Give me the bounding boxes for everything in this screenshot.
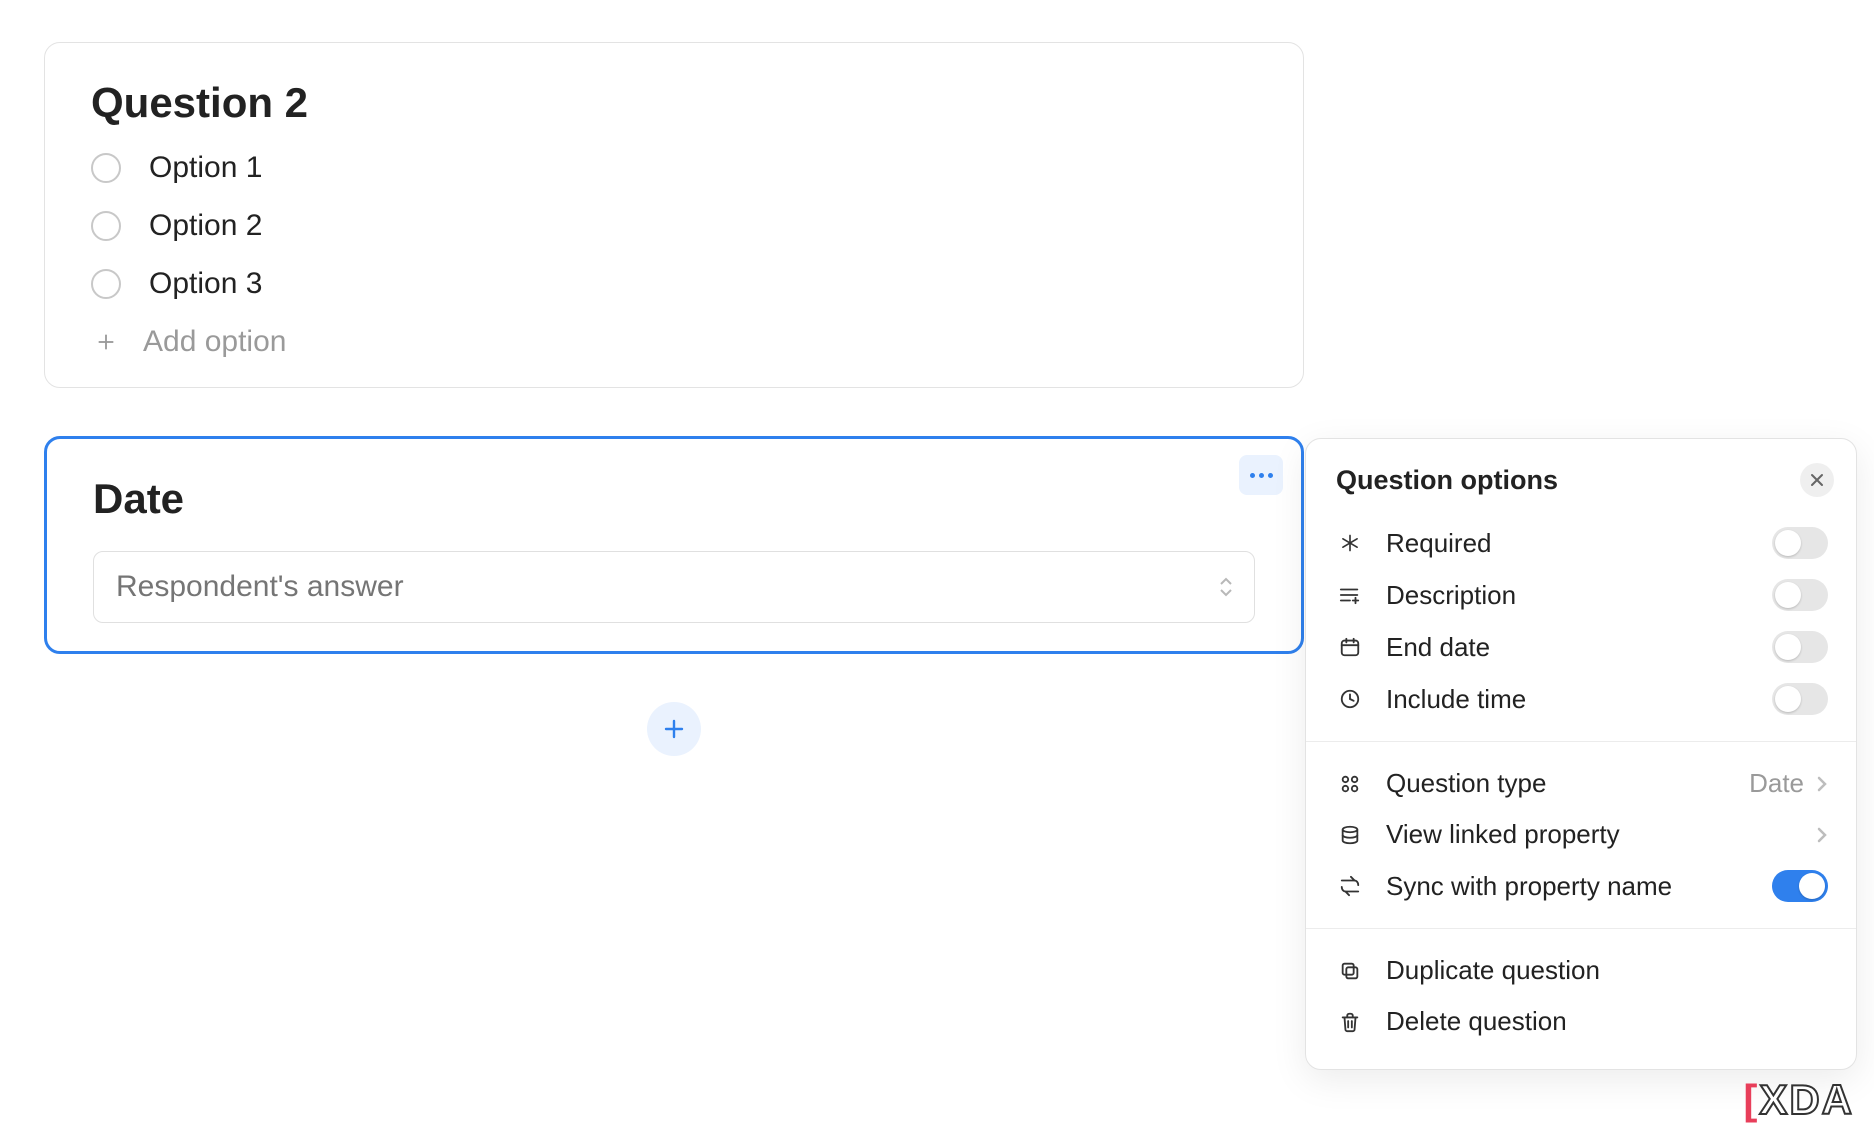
divider [1306, 741, 1856, 742]
popover-section-actions: Duplicate question Delete question [1306, 941, 1856, 1051]
required-toggle[interactable] [1772, 527, 1828, 559]
lines-plus-icon [1336, 581, 1364, 609]
view-linked-trailing [1816, 826, 1828, 844]
calendar-icon [1336, 633, 1364, 661]
popover-title: Question options [1336, 465, 1558, 496]
add-option-label: Add option [143, 325, 286, 359]
duplicate-question-label: Duplicate question [1386, 955, 1828, 986]
clock-icon [1336, 685, 1364, 713]
include-time-label: Include time [1386, 684, 1750, 715]
duplicate-icon [1336, 957, 1364, 985]
popover-section-toggles: Required Description End date Include ti… [1306, 513, 1856, 729]
close-icon [1810, 473, 1824, 487]
radio-icon[interactable] [91, 153, 121, 183]
option-row[interactable]: Option 2 [91, 209, 1257, 243]
option-label[interactable]: Option 1 [149, 151, 262, 185]
question-type-value: Date [1749, 768, 1804, 799]
chevron-right-icon [1816, 826, 1828, 844]
option-label[interactable]: Option 2 [149, 209, 262, 243]
question-type-row[interactable]: Question type Date [1306, 758, 1856, 809]
plus-icon [91, 327, 121, 357]
view-linked-property-label: View linked property [1386, 819, 1794, 850]
question-title[interactable]: Date [93, 475, 1255, 523]
radio-icon[interactable] [91, 211, 121, 241]
delete-question-label: Delete question [1386, 1006, 1828, 1037]
form-canvas: Question 2 Option 1 Option 2 Option 3 Ad… [44, 42, 1304, 756]
description-label: Description [1386, 580, 1750, 611]
respondent-answer-input[interactable] [93, 551, 1255, 623]
option-row[interactable]: Option 3 [91, 267, 1257, 301]
question-card-date[interactable]: Date [44, 436, 1304, 654]
add-option-button[interactable]: Add option [91, 325, 1257, 359]
dots-icon [1250, 473, 1273, 478]
sync-icon [1336, 872, 1364, 900]
divider [1306, 928, 1856, 929]
asterisk-icon [1336, 529, 1364, 557]
radio-icon[interactable] [91, 269, 121, 299]
duplicate-question-row[interactable]: Duplicate question [1306, 945, 1856, 996]
question-type-value-wrap: Date [1749, 768, 1828, 799]
stepper-icon[interactable] [1217, 575, 1235, 599]
delete-question-row[interactable]: Delete question [1306, 996, 1856, 1047]
popover-header: Question options [1306, 459, 1856, 513]
question-title[interactable]: Question 2 [91, 79, 1257, 127]
view-linked-property-row[interactable]: View linked property [1306, 809, 1856, 860]
trash-icon [1336, 1008, 1364, 1036]
close-button[interactable] [1800, 463, 1834, 497]
question-options-popover: Question options Required Description [1305, 438, 1857, 1070]
include-time-row[interactable]: Include time [1306, 673, 1856, 725]
description-row[interactable]: Description [1306, 569, 1856, 621]
chevron-right-icon [1816, 775, 1828, 793]
required-row[interactable]: Required [1306, 517, 1856, 569]
more-options-button[interactable] [1239, 455, 1283, 495]
watermark: [XDA [1743, 1076, 1854, 1124]
popover-section-type: Question type Date View linked property [1306, 754, 1856, 916]
include-time-toggle[interactable] [1772, 683, 1828, 715]
sync-label: Sync with property name [1386, 871, 1750, 902]
required-label: Required [1386, 528, 1750, 559]
end-date-label: End date [1386, 632, 1750, 663]
option-row[interactable]: Option 1 [91, 151, 1257, 185]
database-icon [1336, 821, 1364, 849]
question-card-q2[interactable]: Question 2 Option 1 Option 2 Option 3 Ad… [44, 42, 1304, 388]
end-date-row[interactable]: End date [1306, 621, 1856, 673]
add-question-button[interactable] [647, 702, 701, 756]
question-type-label: Question type [1386, 768, 1727, 799]
sync-property-name-row[interactable]: Sync with property name [1306, 860, 1856, 912]
sync-toggle[interactable] [1772, 870, 1828, 902]
description-toggle[interactable] [1772, 579, 1828, 611]
grid-dots-icon [1336, 770, 1364, 798]
option-label[interactable]: Option 3 [149, 267, 262, 301]
end-date-toggle[interactable] [1772, 631, 1828, 663]
answer-field-wrap [93, 551, 1255, 623]
